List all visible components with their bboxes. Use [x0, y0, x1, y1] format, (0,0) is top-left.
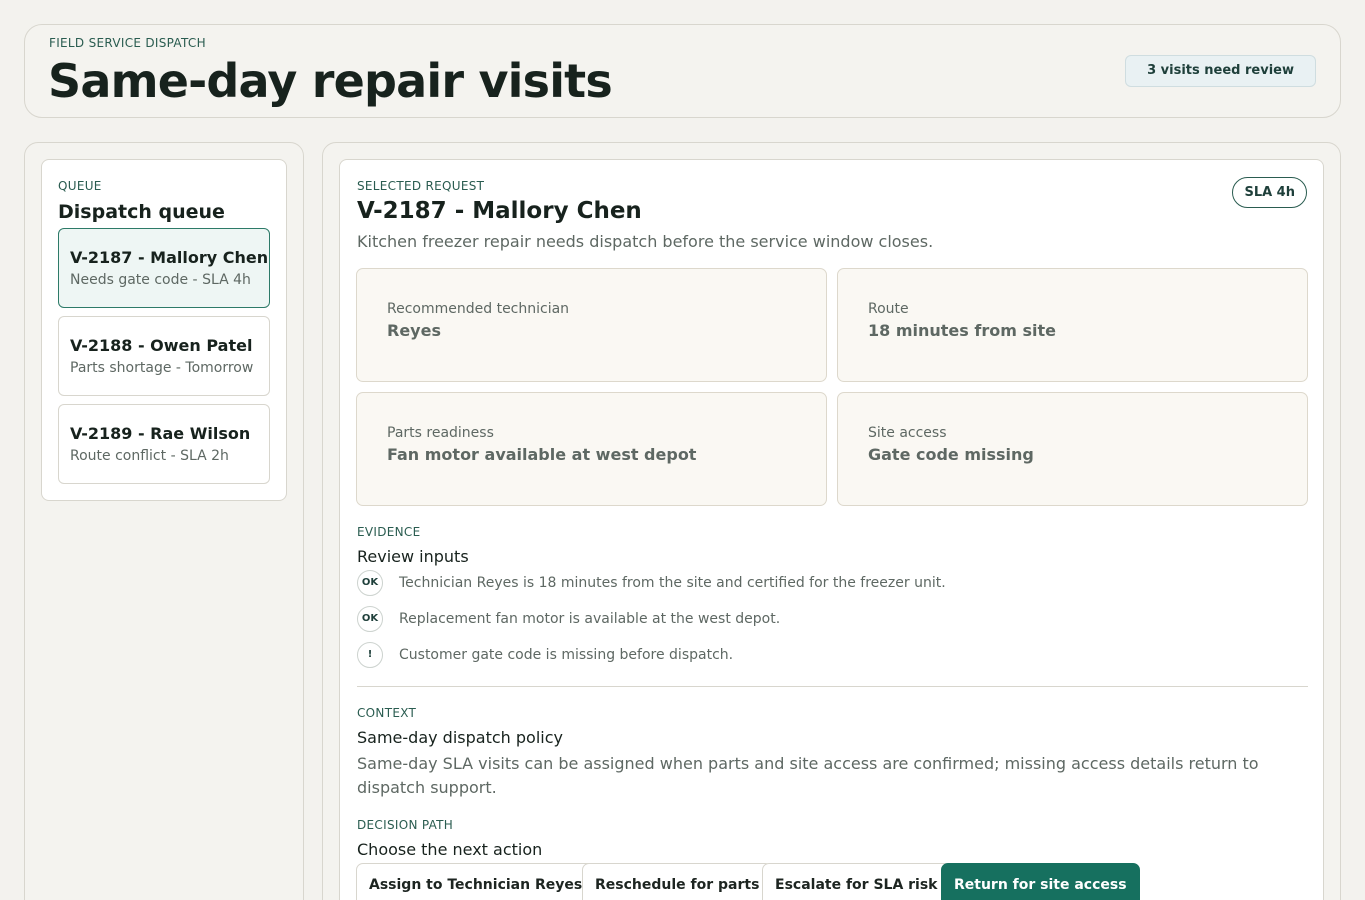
evidence-text: Replacement fan motor is available at th… — [399, 611, 781, 627]
tile-value: Reyes — [387, 321, 441, 340]
decision-eyebrow: DECISION PATH — [357, 818, 454, 832]
tile-label: Site access — [868, 425, 947, 441]
queue-item-subtitle: Parts shortage - Tomorrow — [70, 360, 254, 376]
header-eyebrow: FIELD SERVICE DISPATCH — [49, 36, 206, 50]
page-title: Same-day repair visits — [48, 54, 613, 108]
queue-item-title: V-2187 - Mallory Chen — [70, 248, 269, 267]
reschedule-parts-button[interactable]: Reschedule for parts — [582, 863, 773, 900]
ok-status-icon: OK — [357, 570, 383, 596]
tile-recommended-technician: Recommended technician Reyes — [356, 268, 827, 382]
evidence-text: Technician Reyes is 18 minutes from the … — [399, 575, 946, 591]
tile-label: Route — [868, 301, 909, 317]
evidence-item: OK Replacement fan motor is available at… — [357, 606, 780, 632]
tile-route: Route 18 minutes from site — [837, 268, 1308, 382]
queue-item-title: V-2189 - Rae Wilson — [70, 424, 251, 443]
request-description: Kitchen freezer repair needs dispatch be… — [357, 232, 934, 251]
request-eyebrow: SELECTED REQUEST — [357, 179, 485, 193]
review-count-badge[interactable]: 3 visits need review — [1125, 55, 1316, 87]
tile-site-access: Site access Gate code missing — [837, 392, 1308, 506]
queue-item-subtitle: Needs gate code - SLA 4h — [70, 272, 251, 288]
queue-item-v2187[interactable]: V-2187 - Mallory Chen Needs gate code - … — [58, 228, 270, 308]
queue-panel: QUEUE Dispatch queue V-2187 - Mallory Ch… — [24, 142, 304, 900]
sla-chip: SLA 4h — [1232, 177, 1307, 208]
evidence-item: ! Customer gate code is missing before d… — [357, 642, 733, 668]
tile-label: Recommended technician — [387, 301, 570, 317]
section-divider — [357, 686, 1308, 687]
return-site-access-button[interactable]: Return for site access — [941, 863, 1140, 900]
policy-text: Same-day SLA visits can be assigned when… — [357, 754, 1259, 797]
assign-technician-button[interactable]: Assign to Technician Reyes — [356, 863, 596, 900]
tile-value: Gate code missing — [868, 445, 1034, 464]
tile-value: Fan motor available at west depot — [387, 445, 697, 464]
tile-label: Parts readiness — [387, 425, 494, 441]
queue-item-title: V-2188 - Owen Patel — [70, 336, 253, 355]
evidence-text: Customer gate code is missing before dis… — [399, 647, 734, 663]
evidence-heading: Review inputs — [357, 547, 469, 566]
queue-item-subtitle: Route conflict - SLA 2h — [70, 448, 229, 464]
queue-card: QUEUE Dispatch queue V-2187 - Mallory Ch… — [41, 159, 287, 501]
tile-parts-readiness: Parts readiness Fan motor available at w… — [356, 392, 827, 506]
evidence-item: OK Technician Reyes is 18 minutes from t… — [357, 570, 946, 596]
request-detail-card: SELECTED REQUEST V-2187 - Mallory Chen K… — [339, 159, 1324, 900]
decision-heading: Choose the next action — [357, 840, 543, 859]
ok-status-icon: OK — [357, 606, 383, 632]
warning-status-icon: ! — [357, 642, 383, 668]
request-title: V-2187 - Mallory Chen — [357, 198, 642, 224]
detail-panel: SELECTED REQUEST V-2187 - Mallory Chen K… — [322, 142, 1341, 900]
queue-eyebrow: QUEUE — [58, 179, 102, 193]
queue-item-v2189[interactable]: V-2189 - Rae Wilson Route conflict - SLA… — [58, 404, 270, 484]
evidence-eyebrow: EVIDENCE — [357, 525, 421, 539]
tile-value: 18 minutes from site — [868, 321, 1056, 340]
context-eyebrow: CONTEXT — [357, 706, 417, 720]
queue-title: Dispatch queue — [58, 201, 225, 223]
context-heading: Same-day dispatch policy — [357, 728, 563, 747]
queue-item-v2188[interactable]: V-2188 - Owen Patel Parts shortage - Tom… — [58, 316, 270, 396]
page-header: FIELD SERVICE DISPATCH Same-day repair v… — [24, 24, 1341, 118]
escalate-sla-button[interactable]: Escalate for SLA risk — [762, 863, 951, 900]
